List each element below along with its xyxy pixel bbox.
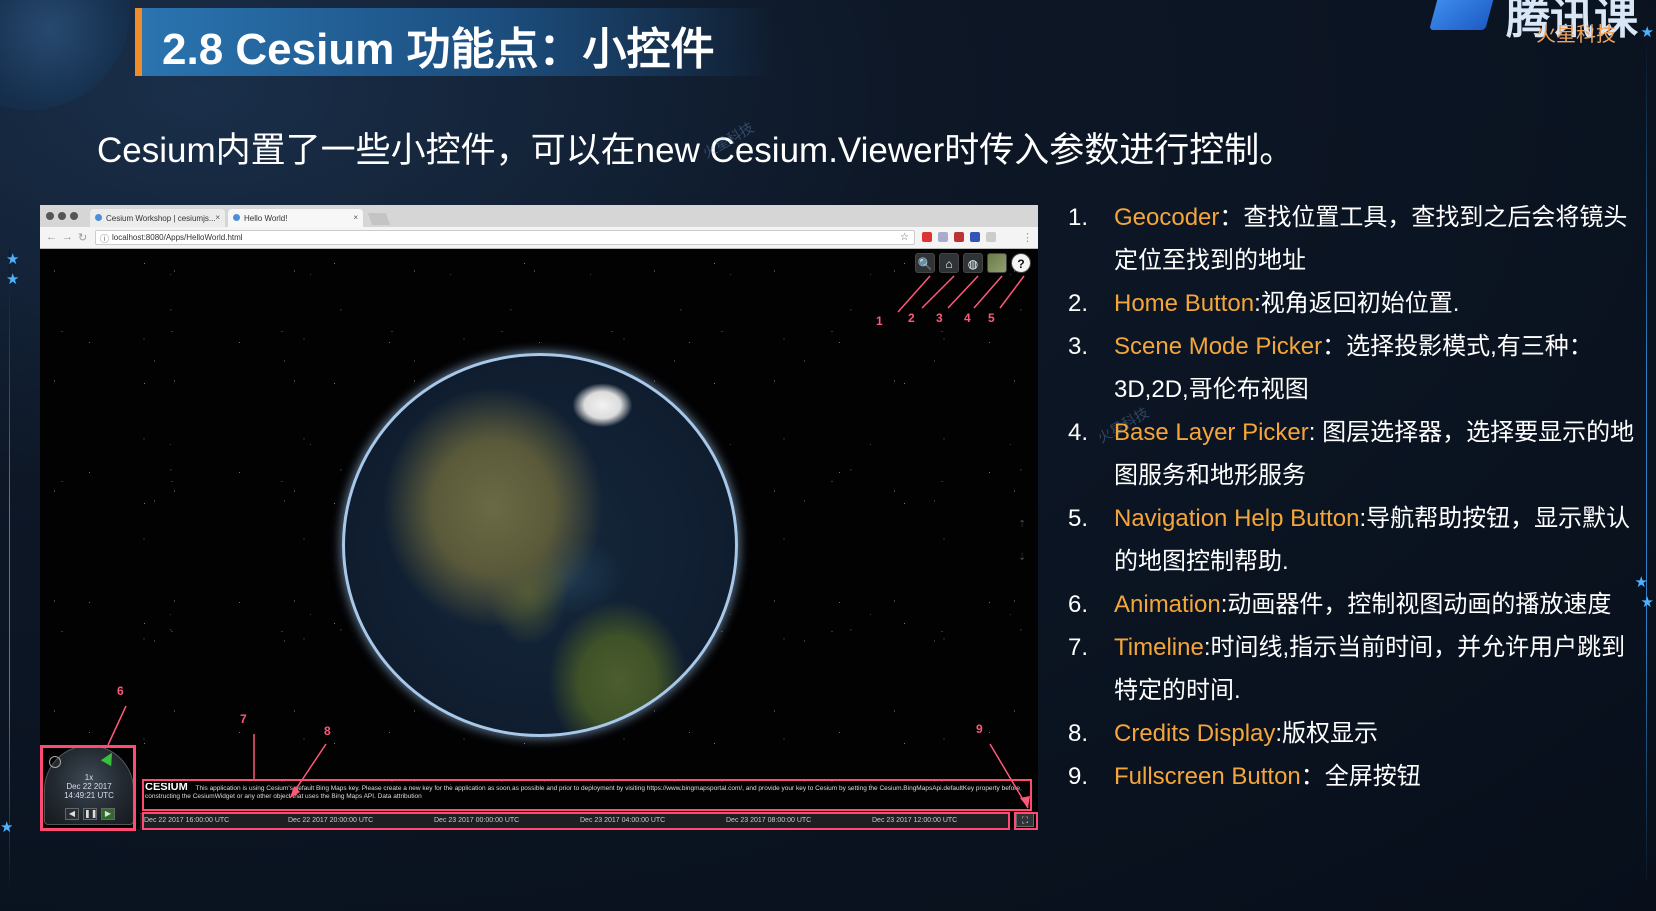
browser-window: Cesium Workshop | cesiumjs... × Hello Wo…	[40, 205, 1038, 829]
browser-tab[interactable]: Cesium Workshop | cesiumjs... ×	[90, 209, 225, 227]
tab-bar: Cesium Workshop | cesiumjs... × Hello Wo…	[40, 205, 1038, 227]
brand-logo: 腾讯课 火星科技	[1426, 0, 1656, 60]
geocoder-search-icon[interactable]: 🔍	[915, 253, 935, 273]
feature-name: Fullscreen Button	[1114, 763, 1301, 790]
list-item: 4. Base Layer Picker: 图层选择器，选择要显示的地图服务和地…	[1068, 419, 1635, 489]
scroll-up-arrow-icon: ⇡	[1018, 519, 1027, 530]
logo-sub-text: 火星科技	[1536, 24, 1616, 46]
cesium-favicon-icon	[233, 214, 240, 221]
extension-icon[interactable]	[970, 232, 980, 242]
annotation-number: 8	[324, 724, 331, 738]
animation-highlight-box	[40, 745, 136, 831]
list-item: 7. Timeline:时间线,指示当前时间，并允许用户跳到特定的时间.	[1068, 634, 1626, 704]
window-minimize-dot[interactable]	[58, 212, 66, 220]
url-text: localhost:8080/Apps/HelloWorld.html	[112, 233, 243, 242]
browser-menu-icon[interactable]: ⋮	[1022, 231, 1033, 244]
list-item: 2. Home Button:视角返回初始位置.	[1068, 290, 1460, 317]
list-item: 8. Credits Display:版权显示	[1068, 720, 1379, 747]
fullscreen-highlight-box	[1014, 812, 1038, 830]
star-icon: ★	[0, 819, 14, 836]
annotation-number: 6	[117, 684, 124, 698]
list-item: 1. Geocoder：查找位置工具，查找到之后会将镜头定位至找到的地址	[1068, 204, 1628, 274]
feature-name: Base Layer Picker	[1114, 419, 1309, 446]
annotation-number: 2	[908, 311, 915, 325]
annotation-number: 7	[240, 712, 247, 726]
tab-label: Hello World!	[244, 214, 288, 223]
feature-name: Animation	[1114, 591, 1221, 618]
close-tab-icon[interactable]: ×	[353, 213, 358, 222]
home-button-icon[interactable]: ⌂	[939, 253, 959, 273]
earth-globe[interactable]	[342, 353, 738, 737]
slide-subtitle: Cesium内置了一些小控件，可以在new Cesium.Viewer时传入参数…	[97, 131, 1295, 170]
feature-name: Scene Mode Picker	[1114, 333, 1323, 360]
extension-icon[interactable]	[954, 232, 964, 242]
extension-icon[interactable]	[986, 232, 996, 242]
forward-icon[interactable]: →	[62, 231, 73, 243]
url-input[interactable]: ⓘ localhost:8080/Apps/HelloWorld.html ☆	[95, 230, 915, 245]
close-tab-icon[interactable]: ×	[215, 213, 220, 222]
scene-mode-globe-icon[interactable]: ◍	[963, 253, 983, 273]
title-bar: 2.8 Cesium 功能点：小控件	[135, 8, 775, 76]
annotation-number: 5	[988, 311, 995, 325]
window-maximize-dot[interactable]	[70, 212, 78, 220]
bookmark-star-icon[interactable]: ☆	[900, 232, 909, 243]
star-icon: ★	[6, 271, 20, 288]
feature-desc: :动画器件，控制视图动画的播放速度	[1220, 591, 1612, 618]
feature-desc: :视角返回初始位置.	[1254, 290, 1460, 317]
feature-desc: ：全屏按钮	[1300, 763, 1421, 790]
cesium-favicon-icon	[95, 214, 102, 221]
address-bar: ← → ↻ ⓘ localhost:8080/Apps/HelloWorld.h…	[40, 227, 1038, 249]
info-icon: ⓘ	[100, 234, 110, 244]
feature-list: 1. Geocoder：查找位置工具，查找到之后会将镜头定位至找到的地址 2. …	[1068, 196, 1648, 798]
list-item: 9. Fullscreen Button：全屏按钮	[1068, 763, 1421, 790]
tab-label: Cesium Workshop | cesiumjs...	[106, 214, 216, 223]
back-icon[interactable]: ←	[46, 231, 57, 243]
annotation-number: 4	[964, 311, 971, 325]
list-item: 5. Navigation Help Button:导航帮助按钮，显示默认的地图…	[1068, 505, 1631, 575]
list-item: 6. Animation:动画器件，控制视图动画的播放速度	[1068, 591, 1612, 618]
feature-name: Geocoder	[1114, 204, 1220, 231]
globe-decoration	[0, 0, 130, 110]
extension-icon[interactable]	[922, 232, 932, 242]
new-tab-button[interactable]	[367, 213, 391, 225]
annotation-number: 3	[936, 311, 943, 325]
list-item: 3. Scene Mode Picker：选择投影模式,有三种：3D,2D,哥伦…	[1068, 333, 1593, 403]
reload-icon[interactable]: ↻	[78, 231, 87, 244]
window-close-dot[interactable]	[46, 212, 54, 220]
navigation-help-icon[interactable]: ?	[1011, 253, 1031, 273]
feature-desc: :版权显示	[1275, 720, 1379, 747]
feature-name: Navigation Help Button	[1114, 505, 1360, 532]
timeline-highlight-box	[142, 812, 1010, 830]
left-decor-line	[9, 250, 10, 890]
star-icon: ★	[6, 251, 20, 268]
logo-mark-icon	[1429, 0, 1495, 30]
annotation-number: 9	[976, 722, 983, 736]
viewer-toolbar: 🔍 ⌂ ◍ ?	[915, 253, 1035, 273]
credits-highlight-box	[142, 779, 1032, 811]
slide-title: 2.8 Cesium 功能点：小控件	[162, 25, 715, 74]
annotation-number: 1	[876, 314, 883, 328]
extension-icon[interactable]	[938, 232, 948, 242]
feature-name: Home Button	[1114, 290, 1255, 317]
browser-tab-active[interactable]: Hello World! ×	[228, 209, 363, 227]
scroll-down-arrow-icon: ⇣	[1018, 552, 1027, 563]
base-layer-picker-icon[interactable]	[987, 253, 1007, 273]
cesium-viewer[interactable]: 🔍 ⌂ ◍ ? ⇡ ⇣ 1x Dec 22 2017 14:49:21 UTC …	[40, 249, 1038, 829]
feature-name: Credits Display	[1114, 720, 1276, 747]
feature-name: Timeline	[1114, 634, 1204, 661]
